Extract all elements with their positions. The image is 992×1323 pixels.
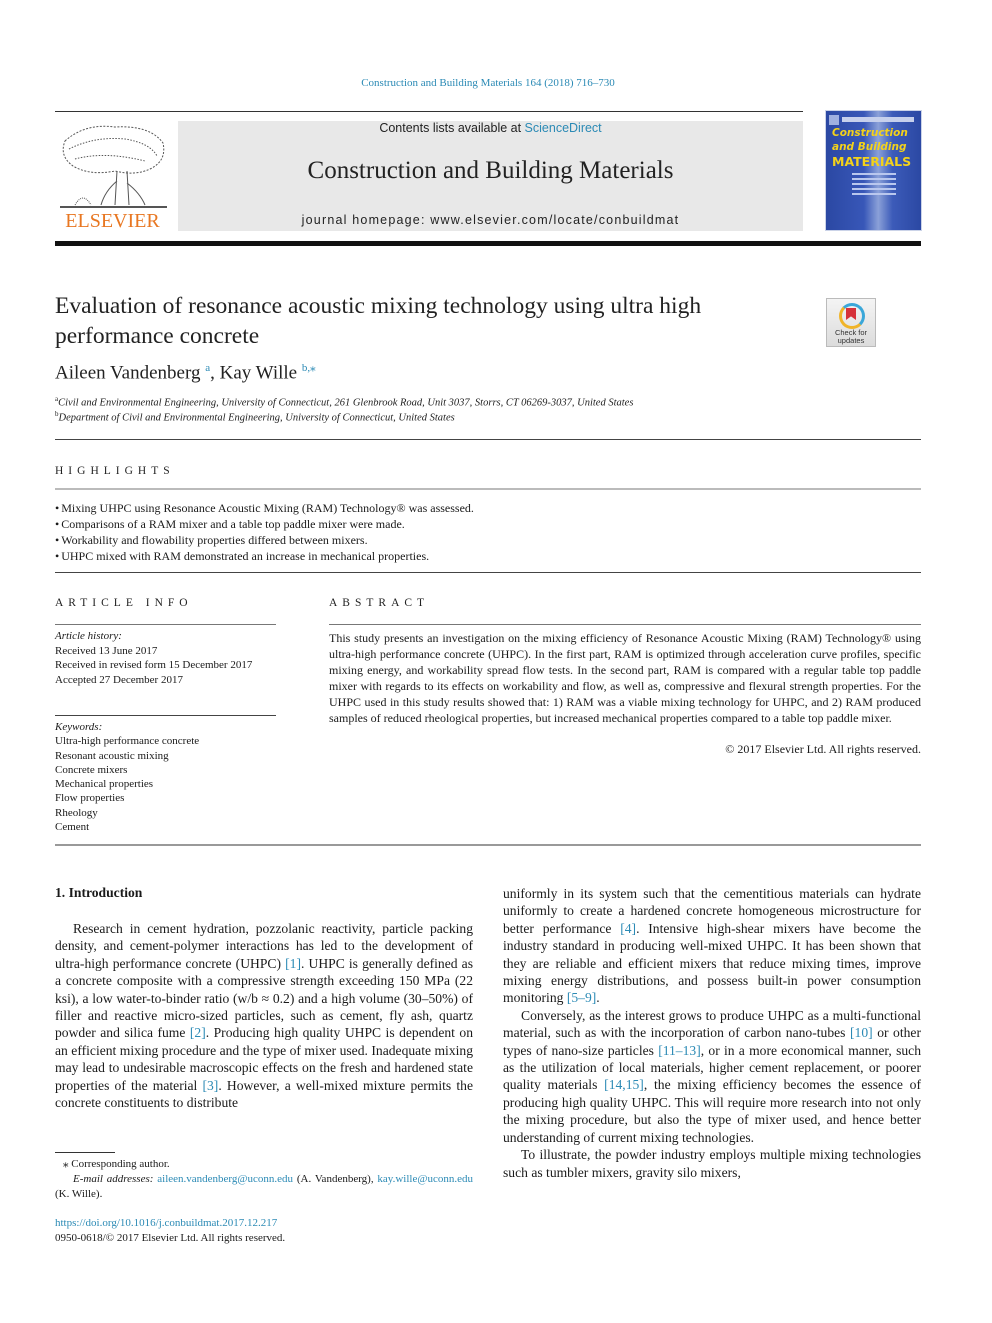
citation-link[interactable]: [4] <box>620 921 636 936</box>
affiliation-text: Department of Civil and Environmental En… <box>58 412 455 424</box>
introduction-heading: 1. Introduction <box>55 885 143 900</box>
highlight-item: UHPC mixed with RAM demonstrated an incr… <box>55 548 921 564</box>
author-separator: , <box>210 362 220 384</box>
doi-link[interactable]: https://doi.org/10.1016/j.conbuildmat.20… <box>55 1217 277 1229</box>
section-divider <box>55 572 921 573</box>
cover-title-line3: MATERIALS <box>832 154 912 169</box>
author-name[interactable]: Kay Wille <box>220 362 298 383</box>
cover-subtitle-lines <box>852 173 896 198</box>
section-divider <box>55 439 921 440</box>
email-label: E-mail addresses: <box>73 1173 158 1185</box>
keyword: Cement <box>55 821 90 834</box>
footnotes: ⁎ Corresponding author. E-mail addresses… <box>55 1157 473 1202</box>
paragraph: To illustrate, the powder industry emplo… <box>503 1147 921 1180</box>
elsevier-logo[interactable]: ELSEVIER <box>55 121 170 233</box>
keywords-label: Keywords: <box>55 721 103 733</box>
section-divider <box>55 844 921 846</box>
header-thick-rule <box>55 241 921 246</box>
article-info-heading: ARTICLE INFO <box>55 597 193 609</box>
keyword: Ultra-high performance concrete <box>55 735 200 748</box>
text-run: . <box>596 990 600 1006</box>
abstract-text: This study presents an investigation on … <box>329 631 921 725</box>
keyword: Concrete mixers <box>55 763 128 776</box>
article-history: Article history: Received 13 June 2017 R… <box>55 629 252 687</box>
journal-cover-image[interactable]: Construction and Building MATERIALS <box>826 111 921 230</box>
citation-link[interactable]: [14,15] <box>604 1077 644 1092</box>
article-title: Evaluation of resonance acoustic mixing … <box>55 293 702 349</box>
citation-link[interactable]: [5–9] <box>567 990 596 1005</box>
keyword: Mechanical properties <box>55 778 154 791</box>
contents-line: Contents lists available at ScienceDirec… <box>178 121 803 135</box>
email-owner: (K. Wille). <box>55 1188 103 1200</box>
author-affiliation-mark[interactable]: b,⁎ <box>302 362 316 374</box>
contents-prefix: Contents lists available at <box>379 121 525 135</box>
journal-citation-link[interactable]: Construction and Building Materials 164 … <box>0 77 976 89</box>
abstract-copyright: © 2017 Elsevier Ltd. All rights reserved… <box>725 742 921 756</box>
citation-link[interactable]: [10] <box>850 1025 873 1040</box>
affiliation: bDepartment of Civil and Environmental E… <box>55 410 455 424</box>
keyword: Rheology <box>55 806 98 819</box>
history-accepted: Accepted 27 December 2017 <box>55 673 183 686</box>
elsevier-wordmark: ELSEVIER <box>65 210 160 232</box>
highlight-item: Comparisons of a RAM mixer and a table t… <box>55 516 921 532</box>
email-link[interactable]: aileen.vandenberg@uconn.edu <box>157 1173 293 1185</box>
author-list: Aileen Vandenberg a, Kay Wille b,⁎ <box>55 361 316 384</box>
journal-title: Construction and Building Materials <box>307 157 674 184</box>
citation-link[interactable]: [2] <box>190 1025 206 1040</box>
highlights-rule <box>55 488 921 490</box>
check-for-updates-label: Check for updates <box>834 328 868 345</box>
email-owner: (A. Vandenberg), <box>293 1173 378 1185</box>
highlights-list: Mixing UHPC using Resonance Acoustic Mix… <box>55 500 921 564</box>
email-note: E-mail addresses: aileen.vandenberg@ucon… <box>55 1172 473 1202</box>
article-info-rule <box>55 624 276 625</box>
email-link[interactable]: kay.wille@uconn.edu <box>377 1173 473 1185</box>
history-received: Received 13 June 2017 <box>55 644 158 657</box>
citation-link[interactable]: [11–13] <box>658 1043 701 1058</box>
keyword: Flow properties <box>55 792 125 805</box>
cover-title-line1: Construction <box>832 127 908 139</box>
history-revised: Received in revised form 15 December 201… <box>55 659 253 671</box>
abstract-rule <box>329 624 921 625</box>
keywords-rule <box>55 715 276 716</box>
check-for-updates-button[interactable]: Check for updates <box>826 298 876 347</box>
elsevier-tree-icon <box>60 125 167 208</box>
highlight-item: Mixing UHPC using Resonance Acoustic Mix… <box>55 500 921 516</box>
body-column-right: uniformly in its system such that the ce… <box>503 885 921 1181</box>
history-label: Article history: <box>55 630 122 642</box>
sciencedirect-link[interactable]: ScienceDirect <box>525 121 602 135</box>
keywords-list: Keywords: Ultra-high performance concret… <box>55 720 199 834</box>
highlights-heading: HIGHLIGHTS <box>55 465 175 477</box>
affiliation: aCivil and Environmental Engineering, Un… <box>55 395 633 409</box>
footnote-rule <box>55 1152 115 1153</box>
abstract-heading: ABSTRACT <box>329 597 430 609</box>
cover-logo-icon <box>829 115 839 125</box>
corresponding-author-note: ⁎ Corresponding author. <box>63 1158 170 1170</box>
paragraph: uniformly in its system such that the ce… <box>503 885 921 1007</box>
body-column-left: Research in cement hydration, pozzolanic… <box>55 920 473 1111</box>
highlight-item: Workability and flowability properties d… <box>55 532 921 548</box>
author-name[interactable]: Aileen Vandenberg <box>55 362 200 383</box>
keyword: Resonant acoustic mixing <box>55 749 169 762</box>
paragraph: Conversely, as the interest grows to pro… <box>503 1007 921 1146</box>
cover-title-line2: and Building <box>832 141 907 153</box>
citation-link[interactable]: [1] <box>285 956 301 971</box>
affiliation-text: Civil and Environmental Engineering, Uni… <box>58 397 634 409</box>
citation-link[interactable]: [3] <box>202 1078 218 1093</box>
header-rule <box>55 111 803 112</box>
journal-homepage-link[interactable]: journal homepage: www.elsevier.com/locat… <box>178 213 803 227</box>
paragraph: Research in cement hydration, pozzolanic… <box>55 920 473 1111</box>
issn-copyright: 0950-0618/© 2017 Elsevier Ltd. All right… <box>55 1232 286 1244</box>
cover-band <box>842 117 914 122</box>
